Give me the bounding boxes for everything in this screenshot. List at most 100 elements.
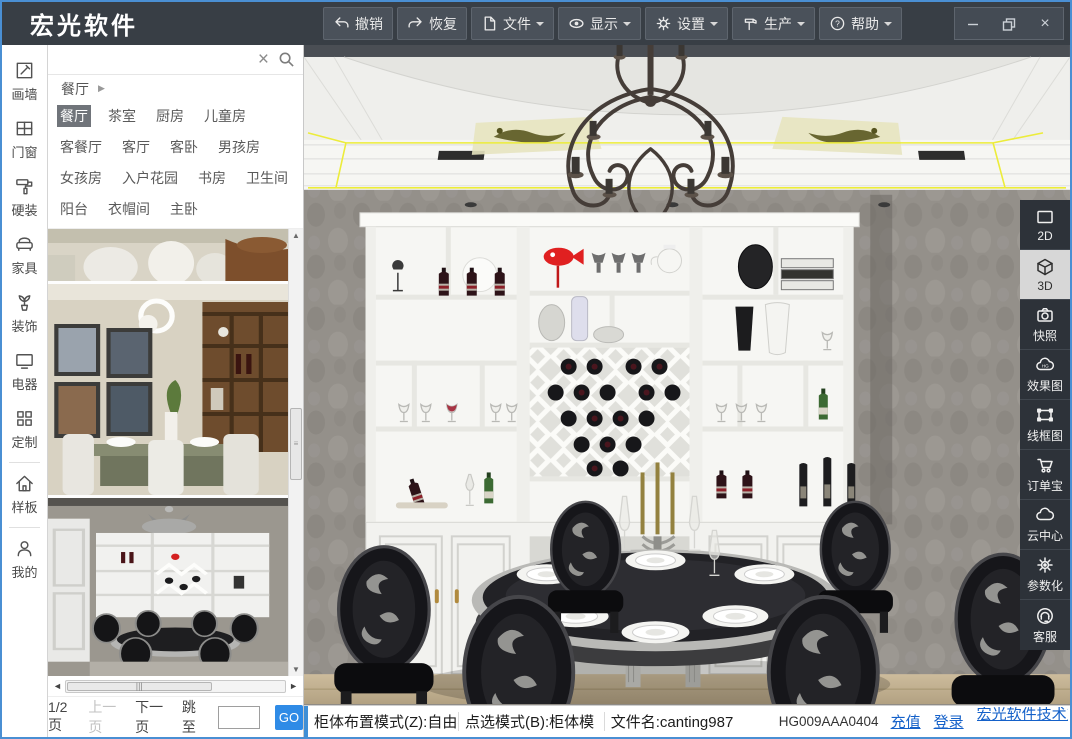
- order-button[interactable]: 订单宝: [1020, 450, 1070, 500]
- tag-yimaojian[interactable]: 衣帽间: [105, 198, 153, 220]
- status-bar: 柜体布置模式(Z):自由布 点选模式(B):柜体模 文件名:canting987…: [304, 705, 1070, 737]
- file-icon: [481, 15, 498, 32]
- svg-text:HG: HG: [1042, 363, 1049, 368]
- window-controls: ×: [954, 7, 1064, 40]
- render-button[interactable]: HG 效果图: [1020, 350, 1070, 400]
- tag-kecanting[interactable]: 客餐厅: [57, 136, 105, 158]
- thumbnail-image: [48, 229, 288, 281]
- horizontal-scroll-track[interactable]: |||: [65, 680, 286, 693]
- view-3d-button[interactable]: 3D: [1020, 250, 1070, 300]
- tag-chashi[interactable]: 茶室: [105, 105, 139, 127]
- nav-appliance[interactable]: 电器: [2, 343, 47, 401]
- main-toolbar: 撤销 恢复 文件 显示 设置 生产 ?: [323, 7, 902, 40]
- undo-icon: [333, 15, 350, 32]
- clear-search-icon[interactable]: ×: [258, 50, 269, 69]
- scroll-right-icon[interactable]: ►: [289, 681, 298, 691]
- jump-page-input[interactable]: [218, 706, 260, 729]
- snapshot-button[interactable]: 快照: [1020, 300, 1070, 350]
- cabinet-mode-status: 柜体布置模式(Z):自由布: [308, 711, 458, 732]
- redo-button[interactable]: 恢复: [397, 7, 467, 40]
- wireframe-button[interactable]: 线框图: [1020, 400, 1070, 450]
- search-bar: ×: [48, 45, 303, 75]
- tag-weishengjian[interactable]: 卫生间: [243, 167, 291, 189]
- restore-button[interactable]: [991, 8, 1027, 39]
- wireframe-icon: [1035, 405, 1055, 425]
- house-icon: [14, 473, 35, 494]
- file-menu-button[interactable]: 文件: [471, 7, 554, 40]
- login-link[interactable]: 登录: [934, 711, 964, 732]
- scroll-down-icon[interactable]: ▼: [292, 665, 300, 674]
- thumbnail-image: [48, 498, 288, 676]
- search-icon[interactable]: [278, 51, 295, 68]
- tag-nvhaifang[interactable]: 女孩房: [57, 167, 105, 189]
- recharge-link[interactable]: 充值: [891, 711, 921, 732]
- nav-hard-decoration[interactable]: 硬装: [2, 169, 47, 227]
- cloud-icon: [1035, 505, 1055, 525]
- parametric-button[interactable]: 参数化: [1020, 550, 1070, 600]
- nav-furniture[interactable]: 家具: [2, 227, 47, 285]
- tag-chufang[interactable]: 厨房: [153, 105, 187, 127]
- pick-mode-status: 点选模式(B):柜体模: [459, 711, 604, 732]
- customer-service-button[interactable]: 客服: [1020, 600, 1070, 650]
- chevron-down-icon: [710, 22, 718, 30]
- rail-divider: [9, 527, 41, 528]
- tag-kewo[interactable]: 客卧: [167, 136, 201, 158]
- cloud-center-button[interactable]: 云中心: [1020, 500, 1070, 550]
- go-button[interactable]: GO: [275, 705, 303, 730]
- breadcrumb[interactable]: 餐厅 ▶: [48, 75, 303, 102]
- horizontal-scrollbar[interactable]: ◄ ||| ►: [53, 678, 298, 694]
- left-nav-rail: 画墙 门窗 硬装 家具 装饰 电器: [2, 45, 48, 737]
- pagination-bar: 1/2页 上一页 下一页 跳至 GO: [48, 696, 303, 737]
- tag-shufang[interactable]: 书房: [195, 167, 229, 189]
- draw-wall-icon: [14, 60, 35, 81]
- thumbnail-dining-2[interactable]: [48, 284, 288, 495]
- nav-custom[interactable]: 定制: [2, 401, 47, 459]
- nav-template[interactable]: 样板: [2, 466, 47, 524]
- chevron-down-icon: [536, 22, 544, 30]
- close-button[interactable]: ×: [1027, 8, 1063, 39]
- tag-ruhuhuayuan[interactable]: 入户花园: [119, 167, 181, 189]
- scroll-up-icon[interactable]: ▲: [292, 231, 300, 240]
- view-2d-button[interactable]: 2D: [1020, 200, 1070, 250]
- tag-zhuwo[interactable]: 主卧: [167, 198, 201, 220]
- thumbnail-dining-1[interactable]: [48, 229, 288, 281]
- display-menu-button[interactable]: 显示: [558, 7, 641, 40]
- tag-keting[interactable]: 客厅: [119, 136, 153, 158]
- chevron-down-icon: [884, 22, 892, 30]
- jump-label: 跳至: [182, 697, 203, 737]
- scroll-left-icon[interactable]: ◄: [53, 681, 62, 691]
- tag-ertongfang[interactable]: 儿童房: [201, 105, 249, 127]
- vertical-scroll-thumb[interactable]: ≡: [290, 408, 302, 480]
- thumbnail-list: ▲ ≡ ▼: [48, 228, 303, 676]
- nav-decoration[interactable]: 装饰: [2, 285, 47, 343]
- room-category-tags: 餐厅 茶室 厨房 儿童房 客餐厅 客厅 客卧 男孩房 女孩房 入户花园 书房 卫…: [48, 102, 303, 228]
- nav-mine[interactable]: 我的: [2, 531, 47, 589]
- app-logo: 宏光软件: [30, 6, 138, 41]
- tag-canting[interactable]: 餐厅: [57, 105, 91, 127]
- prev-page-button[interactable]: 上一页: [88, 697, 120, 737]
- production-menu-button[interactable]: 生产: [732, 7, 815, 40]
- help-menu-button[interactable]: ? 帮助: [819, 7, 902, 40]
- vertical-scrollbar[interactable]: ▲ ≡ ▼: [288, 229, 303, 676]
- nav-draw-wall[interactable]: 画墙: [2, 53, 47, 111]
- next-page-button[interactable]: 下一页: [135, 697, 167, 737]
- headset-icon: [1035, 606, 1055, 626]
- minimize-button[interactable]: [955, 8, 991, 39]
- tag-nanhaifang[interactable]: 男孩房: [215, 136, 263, 158]
- viewport-3d[interactable]: 2D 3D 快照 HG 效果图: [304, 45, 1070, 705]
- tag-yangtai[interactable]: 阳台: [57, 198, 91, 220]
- svg-text:?: ?: [835, 19, 840, 29]
- file-name-status: 文件名:canting987: [605, 711, 767, 732]
- redo-icon: [407, 15, 424, 32]
- chevron-down-icon: [797, 22, 805, 30]
- undo-button[interactable]: 撤销: [323, 7, 393, 40]
- nav-door-window[interactable]: 门窗: [2, 111, 47, 169]
- search-input[interactable]: [56, 51, 249, 69]
- horizontal-scroll-thumb[interactable]: |||: [67, 682, 212, 691]
- 2d-icon: [1035, 207, 1055, 227]
- gear-icon: [1035, 555, 1055, 575]
- paint-roller-icon: [14, 176, 35, 197]
- thumbnail-dining-3[interactable]: [48, 498, 288, 676]
- settings-menu-button[interactable]: 设置: [645, 7, 728, 40]
- tech-support-link[interactable]: 宏光软件技术支持:400……: [977, 707, 1068, 737]
